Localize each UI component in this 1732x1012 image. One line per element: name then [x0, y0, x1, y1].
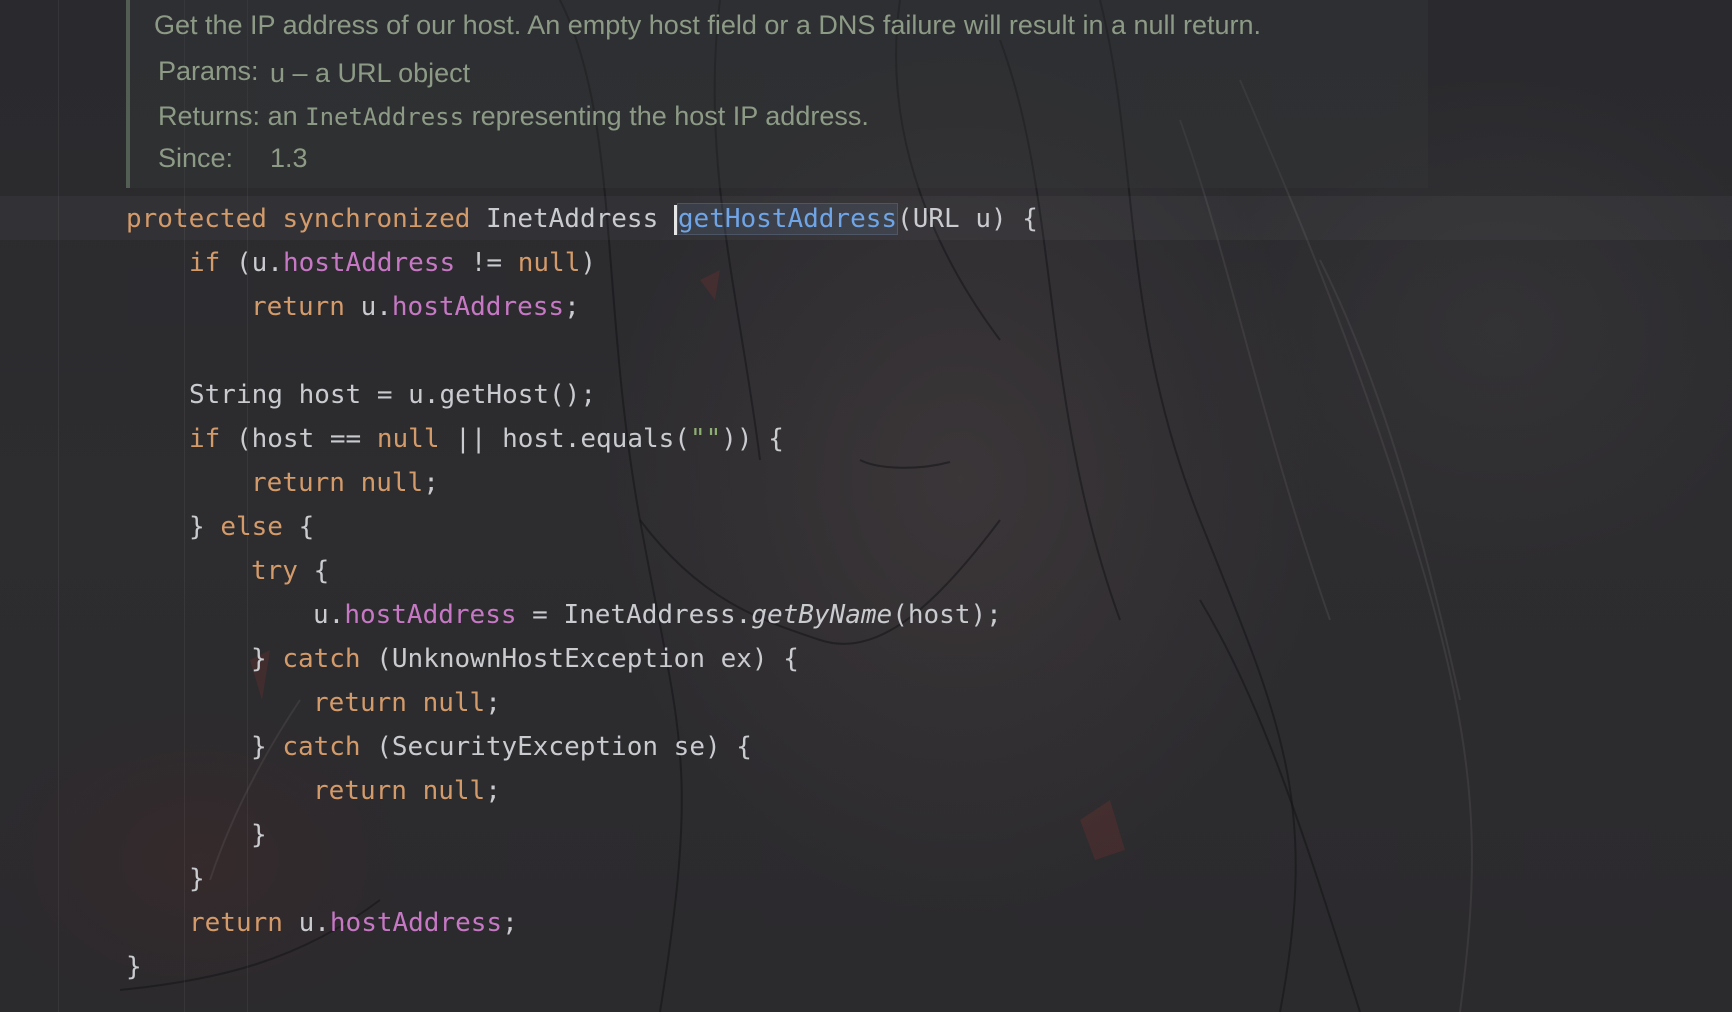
keyword: null	[422, 776, 486, 806]
static-method-call: getByName	[751, 600, 893, 630]
code-text: = InetAddress.	[516, 600, 752, 630]
code-line-6[interactable]: if (host == null || host.equals("")) {	[189, 417, 784, 461]
keyword: null	[376, 424, 440, 454]
code-line-17[interactable]: return u.hostAddress;	[189, 901, 518, 945]
code-text: || host.equals(	[439, 424, 690, 454]
field-reference: hostAddress	[344, 600, 517, 630]
code-text: )) {	[721, 424, 784, 454]
code-line-11[interactable]: } catch (UnknownHostException ex) {	[251, 637, 799, 681]
keyword: return	[251, 468, 345, 498]
code-text: }	[251, 820, 267, 850]
code-text: (UnknownHostException ex) {	[360, 644, 799, 674]
keyword: null	[517, 248, 581, 278]
code-line-7[interactable]: return null;	[251, 461, 439, 505]
method-name-highlighted[interactable]: getHostAddress	[676, 203, 899, 235]
code-line-5[interactable]: String host = u.getHost();	[189, 373, 596, 417]
code-text: }	[251, 732, 283, 762]
keyword: return	[313, 776, 407, 806]
code-line-9[interactable]: try {	[251, 549, 329, 593]
keyword: protected	[126, 204, 267, 234]
code-text: }	[126, 952, 142, 982]
code-line-8[interactable]: } else {	[189, 505, 314, 549]
code-text: !=	[455, 248, 518, 278]
keyword: return	[313, 688, 407, 718]
keyword: null	[422, 688, 486, 718]
code-text: String host = u.getHost();	[189, 380, 596, 410]
code-text: ;	[502, 908, 518, 938]
keyword: return	[251, 292, 345, 322]
keyword: catch	[282, 732, 361, 762]
code-line-15[interactable]: }	[251, 813, 267, 857]
field-reference: hostAddress	[282, 248, 456, 278]
string-literal: ""	[689, 424, 722, 454]
code-text: ;	[564, 292, 580, 322]
code-text: (SecurityException se) {	[360, 732, 752, 762]
code-line-1[interactable]: protected synchronized InetAddress getHo…	[126, 197, 1038, 241]
code-text: }	[189, 864, 205, 894]
code-text: u.	[313, 600, 345, 630]
code-text: u.	[344, 292, 392, 322]
keyword: if	[189, 424, 221, 454]
keyword: null	[360, 468, 424, 498]
keyword: else	[220, 512, 283, 542]
keyword: if	[189, 248, 221, 278]
code-text: ;	[485, 688, 501, 718]
code-line-12[interactable]: return null;	[313, 681, 501, 725]
code-text: InetAddress	[470, 204, 674, 234]
keyword: catch	[282, 644, 361, 674]
keyword: synchronized	[282, 204, 471, 234]
code-text: (URL u) {	[897, 204, 1038, 234]
code-text: ;	[485, 776, 501, 806]
code-text: }	[189, 512, 221, 542]
code-text: {	[297, 556, 330, 586]
code-text: (host);	[892, 600, 1002, 630]
code-editor[interactable]: protected synchronized InetAddress getHo…	[0, 0, 1732, 1012]
code-text: (host ==	[220, 424, 377, 454]
code-line-10[interactable]: u.hostAddress = InetAddress.getByName(ho…	[313, 593, 1002, 637]
code-text: ;	[423, 468, 439, 498]
code-text: }	[251, 644, 283, 674]
code-text: (u.	[220, 248, 283, 278]
code-line-3[interactable]: return u.hostAddress;	[251, 285, 580, 329]
code-line-2[interactable]: if (u.hostAddress != null)	[189, 241, 596, 285]
keyword: return	[189, 908, 283, 938]
code-text: )	[580, 248, 597, 278]
text-caret	[673, 204, 677, 235]
field-reference: hostAddress	[391, 292, 565, 322]
code-line-14[interactable]: return null;	[313, 769, 501, 813]
field-reference: hostAddress	[329, 908, 503, 938]
code-line-18[interactable]: }	[126, 945, 142, 989]
code-line-16[interactable]: }	[189, 857, 205, 901]
code-text: {	[282, 512, 315, 542]
code-line-13[interactable]: } catch (SecurityException se) {	[251, 725, 752, 769]
code-text: u.	[282, 908, 330, 938]
keyword: try	[251, 556, 298, 586]
